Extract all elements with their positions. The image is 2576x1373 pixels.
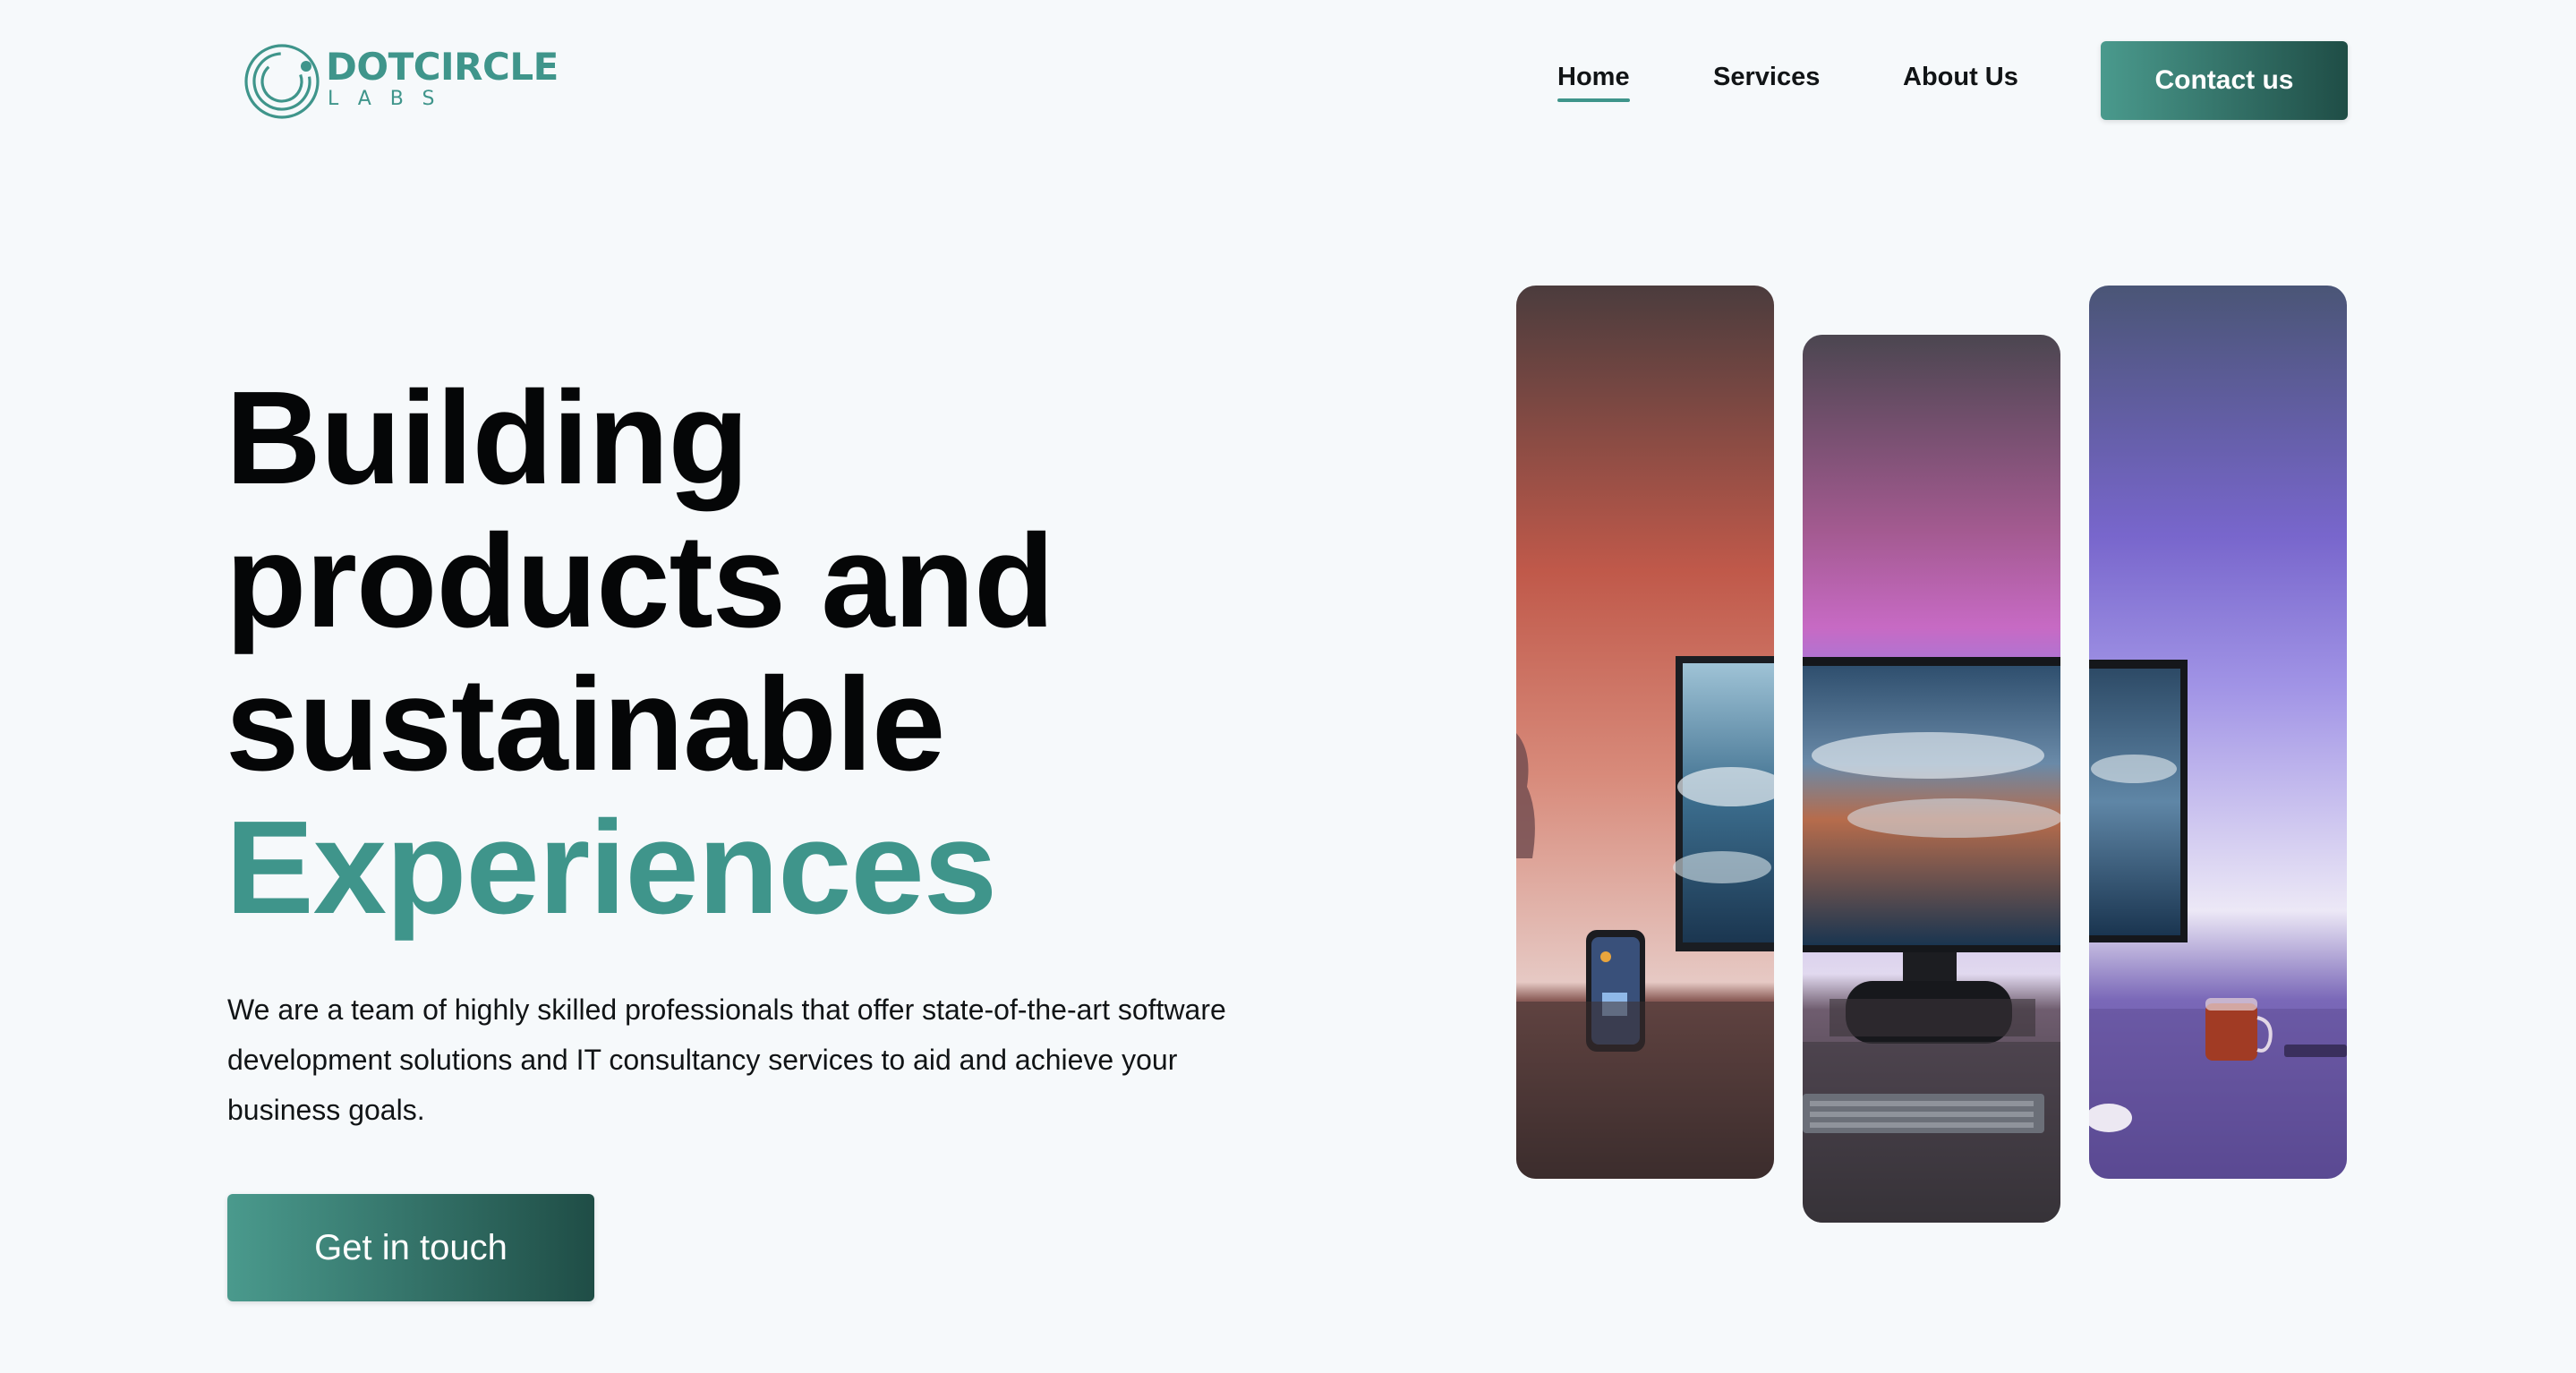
hero-heading-line-2: products and <box>226 507 1054 655</box>
brand-subtitle: LABS <box>328 88 454 110</box>
hero-heading: Building products and sustainable Experi… <box>226 364 1054 942</box>
desk-setup-photo-right-icon <box>2089 286 2347 1179</box>
concentric-circles-logo-icon <box>244 44 320 119</box>
hero-image-right <box>2089 286 2347 1179</box>
desk-setup-photo-left-icon <box>1516 286 1774 1179</box>
desk-setup-photo-center-icon <box>1803 335 2060 1223</box>
contact-us-button[interactable]: Contact us <box>2101 41 2348 120</box>
nav-link-home[interactable]: Home <box>1557 61 1630 102</box>
brand-logo[interactable]: DOTCIRCLE LABS <box>243 41 559 122</box>
get-in-touch-button[interactable]: Get in touch <box>227 1194 594 1301</box>
landing-page: DOTCIRCLE LABS Home Services About Us Co… <box>0 0 2576 1373</box>
hero-heading-accent: Experiences <box>226 794 997 942</box>
hero-image-left <box>1516 286 1774 1179</box>
hero-heading-line-3: sustainable <box>226 651 945 798</box>
hero-image-center <box>1803 335 2060 1223</box>
hero-heading-line-1: Building <box>226 364 749 512</box>
nav-link-about-us[interactable]: About Us <box>1903 61 2018 93</box>
brand-name: DOTCIRCLE <box>326 45 559 89</box>
hero-description: We are a team of highly skilled professi… <box>227 994 1226 1126</box>
nav-link-services[interactable]: Services <box>1713 61 1820 93</box>
